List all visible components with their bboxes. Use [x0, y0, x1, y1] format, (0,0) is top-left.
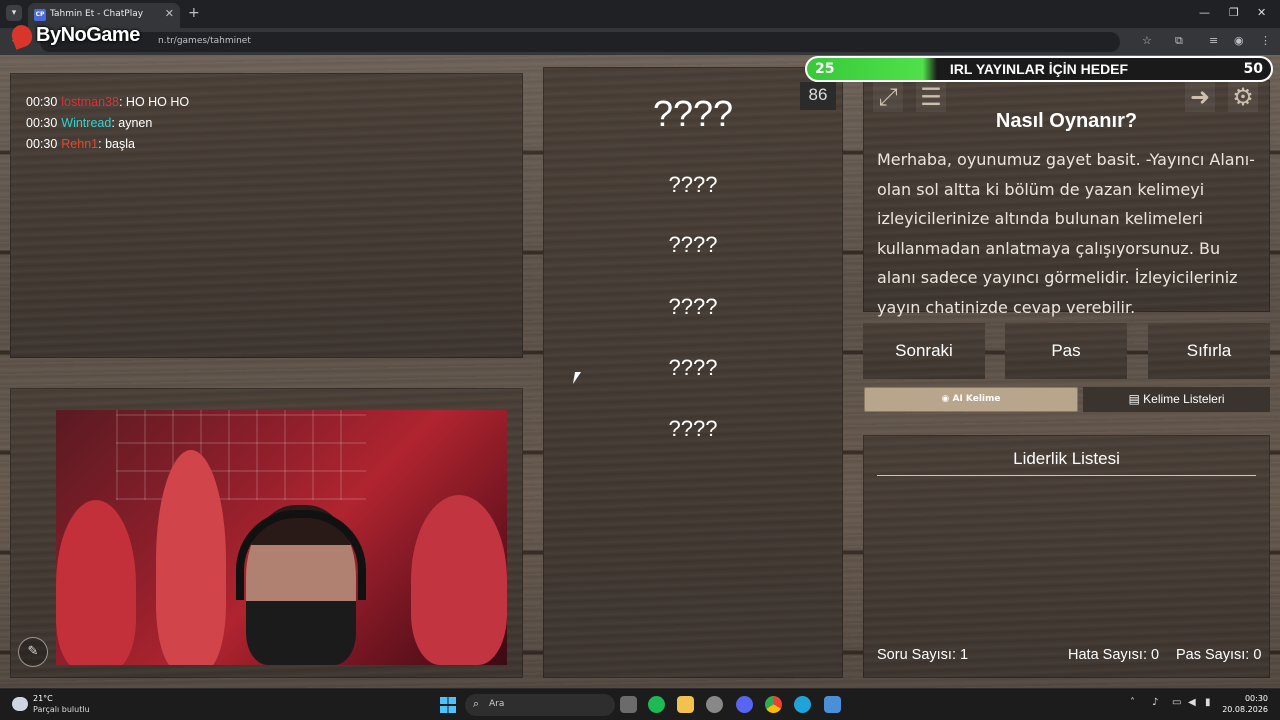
goal-label: IRL YAYINLAR İÇİN HEDEF — [949, 61, 1129, 77]
chat-user: Rehn1 — [61, 137, 99, 151]
media-icon[interactable]: ≡ — [1209, 34, 1218, 47]
profile-icon[interactable]: ◉ — [1234, 34, 1244, 47]
next-button[interactable]: Sonraki — [863, 323, 985, 379]
weather-desc: Parçalı bulutlu — [33, 705, 90, 714]
forbidden-word: ???? — [668, 172, 718, 197]
chat-message: 00:30 Rehn1: başla — [26, 137, 135, 151]
exit-icon[interactable]: ➜ — [1185, 82, 1215, 112]
edit-pen-icon[interactable]: ✎ — [18, 637, 48, 667]
ai-icon: ◉ — [941, 394, 953, 404]
word-lists-label: Kelime Listeleri — [1143, 392, 1225, 406]
windows-taskbar: 21°C Parçalı bulutlu ⌕ Ara ˄ ♪ ▭ ◀ ▮ 00:… — [0, 688, 1280, 720]
question-count: Soru Sayısı: 1 — [877, 647, 969, 663]
url-field[interactable]: n.tr/games/tahminet — [40, 32, 1120, 52]
forbidden-word: ???? — [668, 294, 718, 319]
restore-icon[interactable]: ❐ — [1229, 6, 1239, 19]
forbidden-word: ???? — [668, 232, 718, 257]
error-count: Hata Sayısı: 0 — [1068, 647, 1160, 663]
bookmark-star-icon[interactable]: ☆ — [1142, 34, 1152, 47]
search-icon: ⌕ — [473, 697, 480, 710]
ai-word-button[interactable]: ◉ AI Kelime — [864, 387, 1078, 412]
chat-time: 00:30 — [26, 137, 58, 151]
webcam-overlay — [56, 410, 507, 665]
spotify-icon[interactable] — [648, 696, 665, 713]
forbidden-word: ???? — [668, 355, 718, 380]
chat-user: lostman38 — [61, 95, 119, 109]
how-to-play-text: Merhaba, oyunumuz gayet basit. -Yayıncı … — [877, 150, 1255, 317]
close-tab-icon[interactable]: ✕ — [165, 7, 174, 20]
goal-target: 50 — [1243, 61, 1263, 77]
browser-menu-icon[interactable]: ⋮ — [1260, 34, 1271, 47]
crowd-person — [56, 500, 136, 665]
clock-time[interactable]: 00:30 — [1245, 694, 1268, 703]
favicon-icon: CP — [34, 9, 46, 21]
target-word: ???? — [652, 93, 734, 134]
file-explorer-icon[interactable] — [677, 696, 694, 713]
browser-tab-bar: ▾ CP Tahmin Et - ChatPlay ✕ + — ❐ ✕ — [0, 0, 1280, 28]
chat-text: : başla — [98, 137, 135, 151]
how-to-play-title: Nasıl Oynanır? — [995, 110, 1138, 132]
window-close-icon[interactable]: ✕ — [1257, 6, 1266, 19]
taskbar-search[interactable]: ⌕ Ara — [465, 694, 615, 716]
words-panel: ???? ???? ???? ???? ???? ???? — [543, 67, 843, 678]
countdown-timer: 86 — [800, 82, 836, 110]
network-icon[interactable]: ▭ — [1172, 697, 1181, 708]
app-icon[interactable] — [706, 696, 723, 713]
chat-text: : HO HO HO — [118, 95, 190, 109]
headset-icon — [236, 510, 366, 600]
address-bar: ← n.tr/games/tahminet ☆ ⧉ ≡ ◉ ⋮ — [0, 28, 1280, 55]
chat-time: 00:30 — [26, 116, 58, 130]
pass-count: Pas Sayısı: 0 — [1176, 647, 1262, 663]
fullscreen-icon[interactable]: ⤢ — [873, 82, 903, 112]
weather-temp: 21°C — [33, 694, 53, 703]
app-icon[interactable] — [824, 696, 841, 713]
game-page: 00:30 lostman38: HO HO HO 00:30 Wintread: … — [0, 55, 1280, 688]
chrome-icon[interactable] — [765, 696, 782, 713]
tab-search-button[interactable]: ▾ — [6, 5, 22, 21]
list-icon: ▤ — [1128, 392, 1144, 406]
forbidden-word: ???? — [668, 416, 718, 441]
divider — [877, 475, 1256, 476]
start-windows-icon[interactable] — [440, 697, 456, 713]
volume-icon[interactable]: ◀ — [1188, 697, 1196, 708]
leaderboard-title: Liderlik Listesi — [1013, 449, 1120, 468]
how-to-play-panel: ⤢ ☰ ➜ ⚙ Nasıl Oynanır? Merhaba, oyunumuz… — [863, 80, 1270, 317]
chat-text: : aynen — [111, 116, 153, 130]
chat-user: Wintread — [61, 116, 112, 130]
search-placeholder: Ara — [489, 699, 505, 709]
tray-chevron-icon[interactable]: ˄ — [1130, 697, 1135, 708]
ai-word-label: AI Kelime — [952, 394, 1001, 404]
minimize-icon[interactable]: — — [1199, 6, 1210, 19]
edge-icon[interactable] — [794, 696, 811, 713]
clock-date[interactable]: 20.08.2026 — [1222, 705, 1268, 714]
stream-overlay-logo: ByNoGame — [8, 21, 140, 50]
notes-icon[interactable]: ☰ — [916, 82, 946, 112]
pass-button[interactable]: Pas — [1005, 323, 1127, 379]
logo-mark-icon — [8, 21, 36, 50]
extensions-icon[interactable]: ⧉ — [1175, 34, 1183, 48]
chat-message: 00:30 lostman38: HO HO HO — [26, 95, 189, 109]
leaderboard-panel: Liderlik Listesi Soru Sayısı: 1 Hata Say… — [863, 435, 1270, 678]
mouse-cursor-icon — [572, 372, 588, 384]
reset-button[interactable]: Sıfırla — [1148, 323, 1270, 379]
tab-title: Tahmin Et - ChatPlay — [50, 9, 144, 19]
crowd-person — [156, 450, 226, 665]
crowd-person — [411, 495, 507, 665]
task-view-icon[interactable] — [620, 696, 637, 713]
gear-icon[interactable]: ⚙ — [1228, 82, 1258, 112]
logo-text: ByNoGame — [36, 24, 140, 46]
chat-time: 00:30 — [26, 95, 58, 109]
battery-icon[interactable]: ▮ — [1205, 697, 1211, 708]
chat-message: 00:30 Wintread: aynen — [26, 116, 152, 130]
goal-progress-bar: 25 IRL YAYINLAR İÇİN HEDEF 50 — [805, 56, 1273, 82]
weather-cloud-icon[interactable] — [12, 697, 28, 711]
background-grid — [116, 410, 366, 500]
new-tab-icon[interactable]: + — [188, 5, 200, 21]
discord-icon[interactable] — [736, 696, 753, 713]
microphone-icon[interactable]: ♪ — [1152, 697, 1158, 708]
word-lists-button[interactable]: ▤ Kelime Listeleri — [1083, 387, 1270, 412]
chat-panel: 00:30 lostman38: HO HO HO 00:30 Wintread: … — [10, 73, 523, 358]
url-text: n.tr/games/tahminet — [158, 36, 251, 46]
